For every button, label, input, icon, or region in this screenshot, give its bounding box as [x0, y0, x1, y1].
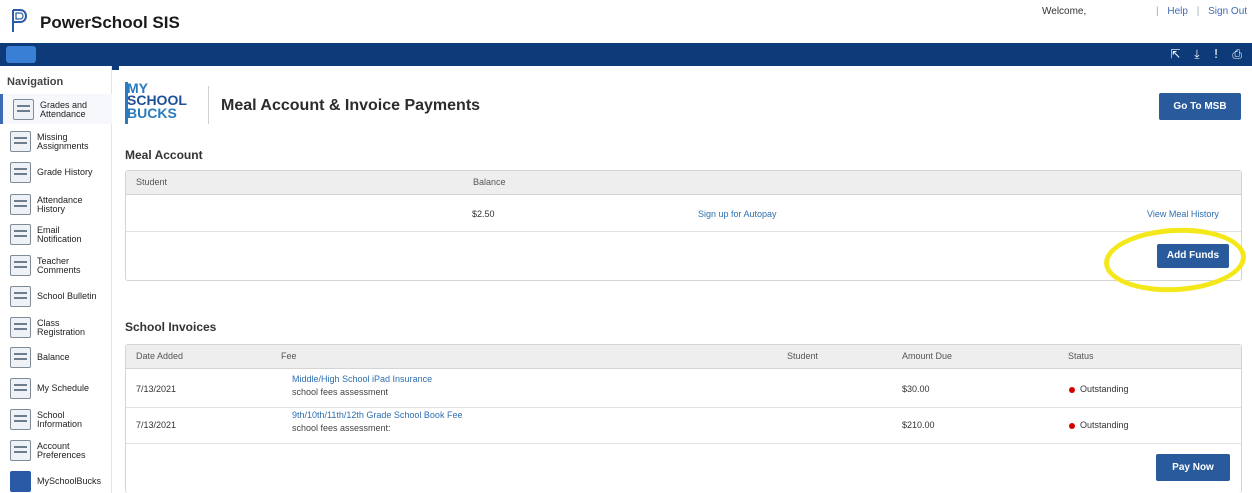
row-divider [126, 231, 1241, 232]
sidebar-item-label: School Bulletin [37, 291, 97, 301]
column-header-amount: Amount Due [902, 351, 953, 361]
comments-icon [10, 254, 31, 276]
sidebar-item-grade-history[interactable]: Grade History [0, 157, 112, 187]
meal-account-header: Student Balance [126, 171, 1241, 195]
help-link[interactable]: Help [1167, 6, 1188, 17]
sidebar-item-missing-assignments[interactable]: Missing Assignments [0, 126, 112, 156]
sidebar-item-label: History [37, 204, 66, 214]
invoice-fee-description: school fees assessment [292, 387, 389, 397]
school-invoices-panel: Date Added Fee Student Amount Due Status… [125, 344, 1242, 493]
sidebar-item-label: Notification [37, 234, 82, 244]
navigation-title: Navigation [7, 76, 64, 88]
meal-account-panel: Student Balance $2.50 Sign up for Autopa… [125, 170, 1242, 281]
invoice-date: 7/13/2021 [136, 384, 177, 394]
invoice-status: Outstanding [1080, 384, 1129, 394]
class-registration-icon [10, 316, 31, 338]
sidebar-item-teacher-comments[interactable]: Teacher Comments [0, 250, 112, 280]
print-icon[interactable]: ⎙ [1232, 47, 1242, 62]
sign-out-link[interactable]: Sign Out [1208, 6, 1247, 17]
sidebar-item-label: Attendance [40, 109, 86, 119]
sidebar-item-school-bulletin[interactable]: School Bulletin [0, 281, 112, 311]
top-navbar: ⇱ ⤓ ! ⎙ [0, 43, 1252, 66]
invoice-fee-description: school fees assessment: [292, 423, 391, 433]
view-meal-history-link[interactable]: View Meal History [1147, 209, 1219, 219]
invoice-fee-link[interactable]: 9th/10th/11th/12th Grade School Book Fee [292, 410, 462, 420]
invoice-amount: $30.00 [902, 384, 930, 394]
sidebar-item-balance[interactable]: Balance [0, 342, 112, 372]
status-dot-icon [1069, 423, 1075, 429]
sidebar-item-myschoolbucks[interactable]: MySchoolBucks [0, 466, 112, 493]
grade-history-icon [10, 161, 31, 183]
sidebar-item-class-registration[interactable]: Class Registration [0, 312, 112, 342]
app-header: PowerSchool SIS Welcome, | Help | Sign O… [0, 0, 1252, 42]
sidebar-item-label: MySchoolBucks [37, 476, 102, 486]
sidebar-item-label: My Schedule [37, 383, 90, 393]
go-to-msb-button[interactable]: Go To MSB [1159, 93, 1241, 120]
sidebar-item-label: Grade History [37, 167, 93, 177]
status-dot-icon [1069, 387, 1075, 393]
row-divider [126, 407, 1241, 408]
sidebar-item-label: Registration [37, 327, 86, 337]
toolbar-icons: ⇱ ⤓ ! ⎙ [1170, 47, 1242, 62]
sidebar-item-email-notification[interactable]: Email Notification [0, 219, 112, 249]
separator: | [1156, 6, 1159, 17]
page-title: Meal Account & Invoice Payments [221, 97, 481, 114]
sidebar-item-grades-and-attendance[interactable]: Grades and Attendance [0, 94, 112, 124]
myschoolbucks-icon [10, 470, 31, 492]
top-links: | Help | Sign Out [1150, 6, 1247, 17]
sidebar-item-label: Balance [37, 352, 70, 362]
school-invoices-title: School Invoices [125, 320, 217, 334]
invoice-amount: $210.00 [902, 420, 935, 430]
logo-text-bucks: BUCKS [127, 105, 177, 121]
school-info-icon [10, 408, 31, 430]
column-header-student: Student [136, 177, 168, 187]
email-icon [10, 223, 31, 245]
add-funds-button[interactable]: Add Funds [1157, 244, 1229, 268]
sidebar-item-label: Assignments [37, 141, 89, 151]
autopay-link[interactable]: Sign up for Autopay [698, 209, 777, 219]
account-preferences-icon [10, 439, 31, 461]
column-header-fee: Fee [281, 351, 297, 361]
pay-now-button[interactable]: Pay Now [1156, 454, 1230, 481]
divider [208, 86, 209, 124]
column-header-balance: Balance [473, 177, 506, 187]
sidebar-item-attendance-history[interactable]: Attendance History [0, 189, 112, 219]
invoice-status: Outstanding [1080, 420, 1129, 430]
sidebar-item-label: Information [37, 419, 83, 429]
external-link-icon[interactable]: ⇱ [1170, 47, 1180, 62]
sidebar-item-label: Preferences [37, 450, 86, 460]
sidebar-item-label: Comments [37, 265, 81, 275]
welcome-text: Welcome, [1042, 6, 1087, 17]
sidebar-item-my-schedule[interactable]: My Schedule [0, 373, 112, 403]
alert-icon[interactable]: ! [1214, 47, 1219, 62]
meal-balance-value: $2.50 [472, 209, 495, 219]
column-header-status: Status [1068, 351, 1094, 361]
row-divider [126, 443, 1241, 444]
meal-account-title: Meal Account [125, 148, 203, 162]
invoices-header: Date Added Fee Student Amount Due Status [126, 345, 1241, 369]
app-title: PowerSchool SIS [40, 13, 180, 32]
navbar-menu-button[interactable] [6, 46, 36, 63]
sidebar-item-account-preferences[interactable]: Account Preferences [0, 435, 112, 465]
column-header-student: Student [787, 351, 819, 361]
myschoolbucks-logo: MY SCHOOL BUCKS [125, 81, 201, 126]
sidebar-navigation: Navigation Grades and Attendance Missing… [0, 66, 112, 493]
balance-icon [10, 346, 31, 368]
missing-assignments-icon [10, 130, 31, 152]
attendance-history-icon [10, 193, 31, 215]
column-header-date: Date Added [136, 351, 184, 361]
schedule-icon [10, 377, 31, 399]
grades-icon [13, 98, 34, 120]
sidebar-item-school-information[interactable]: School Information [0, 404, 112, 434]
invoice-fee-link[interactable]: Middle/High School iPad Insurance [292, 374, 432, 384]
sidebar-collapse-handle[interactable] [112, 60, 119, 70]
download-icon[interactable]: ⤓ [1194, 47, 1199, 62]
powerschool-p-icon [12, 9, 27, 32]
bulletin-icon [10, 285, 31, 307]
invoice-date: 7/13/2021 [136, 420, 177, 430]
separator: | [1196, 6, 1200, 17]
